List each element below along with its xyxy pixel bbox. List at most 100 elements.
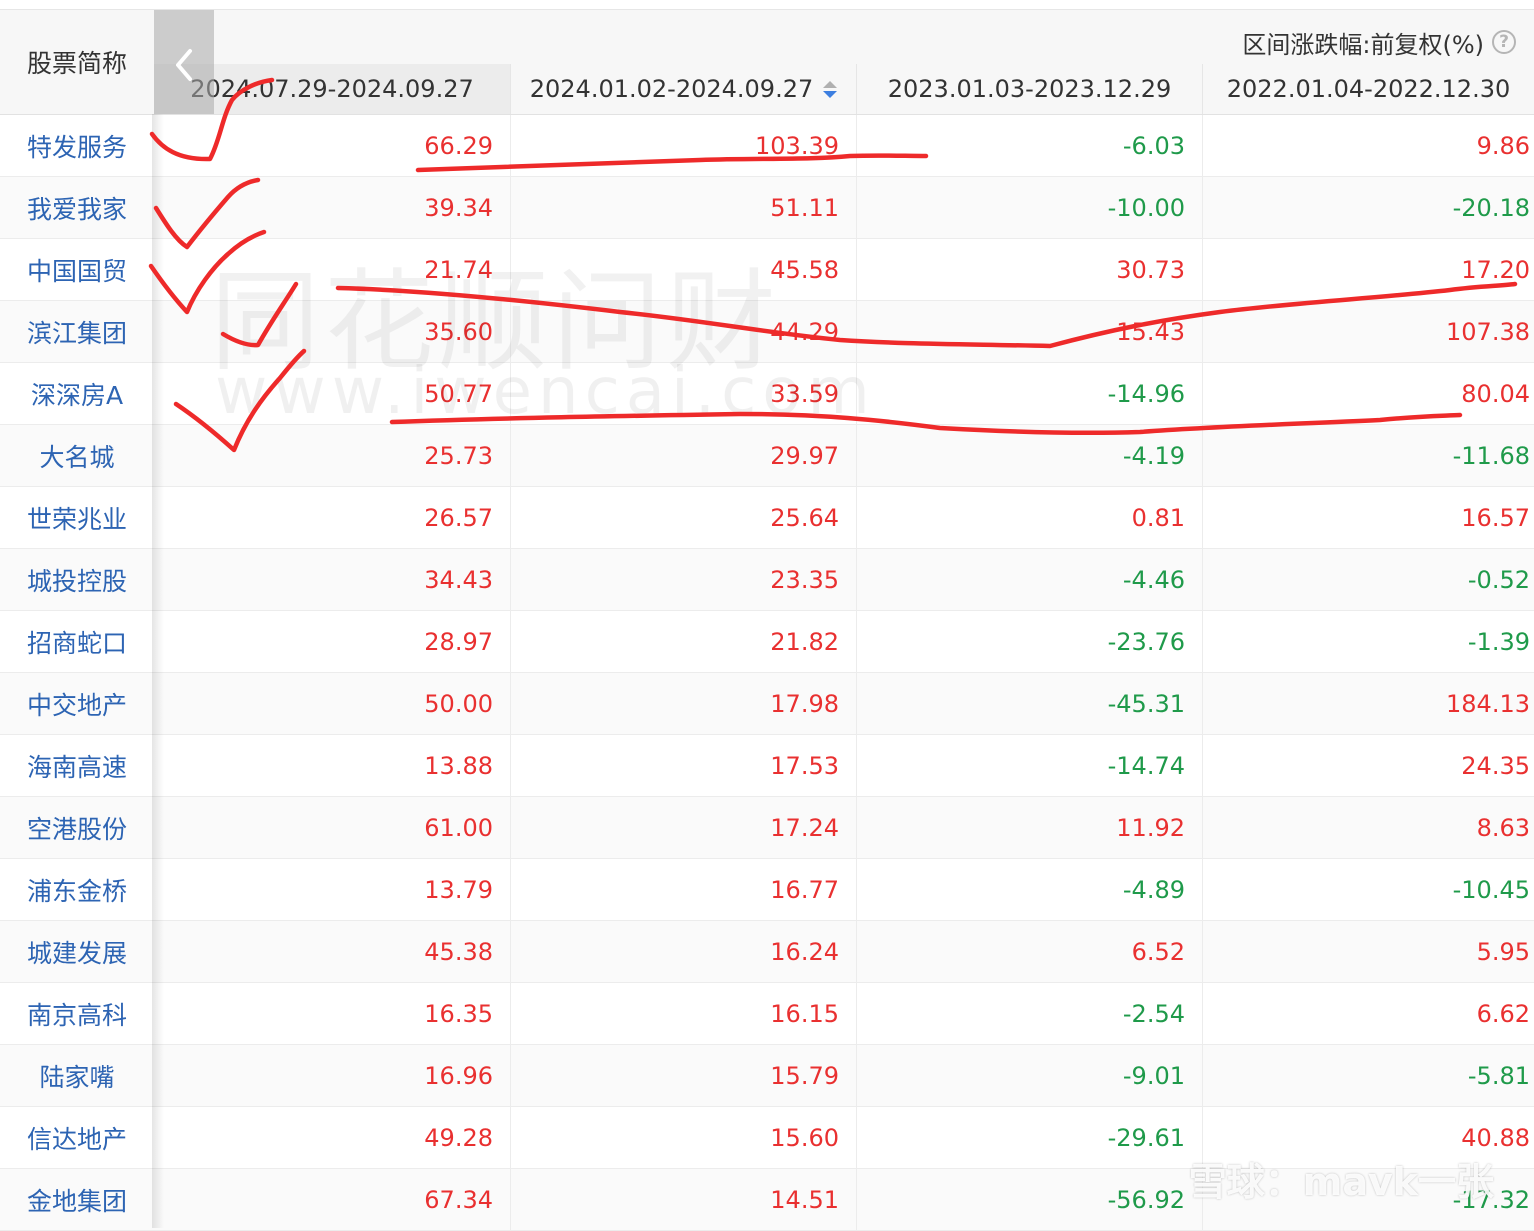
- change-pct-cell: 6.62: [1202, 983, 1534, 1044]
- change-pct-cell: -5.81: [1202, 1045, 1534, 1106]
- change-pct-cell: -9.01: [856, 1045, 1202, 1106]
- change-pct-cell: -10.45: [1202, 859, 1534, 920]
- stock-name-link[interactable]: 海南高速: [0, 735, 154, 796]
- change-pct-cell: -4.19: [856, 425, 1202, 486]
- table-row[interactable]: 南京高科 16.35 16.15 -2.54 6.62: [0, 983, 1534, 1045]
- stock-name-link[interactable]: 中交地产: [0, 673, 154, 734]
- change-pct-cell: 24.35: [1202, 735, 1534, 796]
- scroll-left-button[interactable]: [154, 10, 214, 114]
- name-column-header[interactable]: 股票简称: [0, 10, 154, 114]
- table-row[interactable]: 大名城 25.73 29.97 -4.19 -11.68: [0, 425, 1534, 487]
- column-header-label: 2024.01.02-2024.09.27: [529, 75, 814, 103]
- table-row[interactable]: 中交地产 50.00 17.98 -45.31 184.13: [0, 673, 1534, 735]
- change-pct-cell: 184.13: [1202, 673, 1534, 734]
- column-header-2[interactable]: 2023.01.03-2023.12.29: [856, 64, 1202, 114]
- column-header-label: 2022.01.04-2022.12.30: [1226, 75, 1511, 103]
- table-row[interactable]: 海南高速 13.88 17.53 -14.74 24.35: [0, 735, 1534, 797]
- table-row[interactable]: 特发服务 66.29 103.39 -6.03 9.86: [0, 115, 1534, 177]
- stock-name-link[interactable]: 滨江集团: [0, 301, 154, 362]
- change-pct-cell: 33.59: [510, 363, 856, 424]
- stock-name-link[interactable]: 城投控股: [0, 549, 154, 610]
- change-pct-cell: 67.34: [424, 1185, 493, 1214]
- change-pct-cell: 16.77: [510, 859, 856, 920]
- change-pct-cell: 45.58: [510, 239, 856, 300]
- change-pct-cell: -10.00: [856, 177, 1202, 238]
- change-pct-cell: 15.60: [510, 1107, 856, 1168]
- change-pct-cell: 16.24: [510, 921, 856, 982]
- table-row[interactable]: 滨江集团 35.60 44.29 15.43 107.38: [0, 301, 1534, 363]
- change-pct-cell: -17.32: [1202, 1169, 1534, 1230]
- column-header-1[interactable]: 2024.01.02-2024.09.27: [510, 64, 856, 114]
- change-pct-cell: 103.39: [510, 115, 856, 176]
- table-row[interactable]: 城建发展 45.38 16.24 6.52 5.95: [0, 921, 1534, 983]
- stock-name-link[interactable]: 南京高科: [0, 983, 154, 1044]
- change-pct-cell: 26.57: [424, 503, 493, 532]
- stock-name-link[interactable]: 陆家嘴: [0, 1045, 154, 1106]
- table-row[interactable]: 招商蛇口 28.97 21.82 -23.76 -1.39: [0, 611, 1534, 673]
- stock-table: 股票简称 区间涨跌幅:前复权(%) ? 2024.07.29-2024.09.2…: [0, 0, 1534, 1231]
- change-pct-cell: 0.81: [856, 487, 1202, 548]
- table-row[interactable]: 空港股份 61.00 17.24 11.92 8.63: [0, 797, 1534, 859]
- stock-name-link[interactable]: 信达地产: [0, 1107, 154, 1168]
- stock-name-link[interactable]: 城建发展: [0, 921, 154, 982]
- change-pct-cell: -11.68: [1202, 425, 1534, 486]
- group-header-label: 区间涨跌幅:前复权(%): [1242, 30, 1484, 59]
- change-pct-cell: 23.35: [510, 549, 856, 610]
- change-pct-cell: 16.96: [424, 1061, 493, 1090]
- table-row[interactable]: 城投控股 34.43 23.35 -4.46 -0.52: [0, 549, 1534, 611]
- change-pct-cell: 66.29: [424, 131, 493, 160]
- change-pct-cell: 11.92: [856, 797, 1202, 858]
- change-pct-cell: 25.64: [510, 487, 856, 548]
- stock-name-link[interactable]: 我爱我家: [0, 177, 154, 238]
- stock-name-link[interactable]: 招商蛇口: [0, 611, 154, 672]
- table-row[interactable]: 浦东金桥 13.79 16.77 -4.89 -10.45: [0, 859, 1534, 921]
- change-pct-cell: 30.73: [856, 239, 1202, 300]
- change-pct-cell: 16.35: [424, 999, 493, 1028]
- change-pct-cell: 13.79: [424, 875, 493, 904]
- stock-name-link[interactable]: 特发服务: [0, 115, 154, 176]
- change-pct-cell: 17.24: [510, 797, 856, 858]
- sort-icon[interactable]: [823, 80, 838, 98]
- change-pct-cell: 17.53: [510, 735, 856, 796]
- question-circle-icon[interactable]: ?: [1492, 30, 1516, 54]
- change-pct-cell: 15.79: [510, 1045, 856, 1106]
- change-pct-cell: -29.61: [856, 1107, 1202, 1168]
- change-pct-cell: -14.74: [856, 735, 1202, 796]
- change-pct-cell: -2.54: [856, 983, 1202, 1044]
- change-pct-cell: 6.52: [856, 921, 1202, 982]
- change-pct-cell: 40.88: [1202, 1107, 1534, 1168]
- group-header: 区间涨跌幅:前复权(%) ?: [1242, 24, 1516, 60]
- stock-name-link[interactable]: 大名城: [0, 425, 154, 486]
- change-pct-cell: 13.88: [424, 751, 493, 780]
- change-pct-cell: 35.60: [424, 317, 493, 346]
- change-pct-cell: -14.96: [856, 363, 1202, 424]
- stock-name-link[interactable]: 空港股份: [0, 797, 154, 858]
- change-pct-cell: 44.29: [510, 301, 856, 362]
- change-pct-cell: 28.97: [424, 627, 493, 656]
- stock-name-link[interactable]: 深深房A: [0, 363, 154, 424]
- column-header-label: 2024.07.29-2024.09.27: [190, 75, 474, 103]
- change-pct-cell: 9.86: [1202, 115, 1534, 176]
- table-row[interactable]: 陆家嘴 16.96 15.79 -9.01 -5.81: [0, 1045, 1534, 1107]
- stock-name-link[interactable]: 世荣兆业: [0, 487, 154, 548]
- stock-name-link[interactable]: 浦东金桥: [0, 859, 154, 920]
- change-pct-cell: 49.28: [424, 1123, 493, 1152]
- change-pct-cell: 107.38: [1202, 301, 1534, 362]
- table-row[interactable]: 深深房A 50.77 33.59 -14.96 80.04: [0, 363, 1534, 425]
- stock-name-link[interactable]: 金地集团: [0, 1169, 154, 1230]
- change-pct-cell: 50.77: [424, 379, 493, 408]
- chevron-left-icon: [176, 49, 192, 81]
- change-pct-cell: 17.20: [1202, 239, 1534, 300]
- table-row[interactable]: 中国国贸 21.74 45.58 30.73 17.20: [0, 239, 1534, 301]
- change-pct-cell: -56.92: [856, 1169, 1202, 1230]
- table-row[interactable]: 世荣兆业 26.57 25.64 0.81 16.57: [0, 487, 1534, 549]
- change-pct-cell: 16.15: [510, 983, 856, 1044]
- table-row[interactable]: 信达地产 49.28 15.60 -29.61 40.88: [0, 1107, 1534, 1169]
- table-row[interactable]: 我爱我家 39.34 51.11 -10.00 -20.18: [0, 177, 1534, 239]
- table-row[interactable]: 金地集团 67.34 14.51 -56.92 -17.32: [0, 1169, 1534, 1231]
- stock-name-link[interactable]: 中国国贸: [0, 239, 154, 300]
- column-header-3[interactable]: 2022.01.04-2022.12.30: [1202, 64, 1534, 114]
- change-pct-cell: 14.51: [510, 1169, 856, 1230]
- change-pct-cell: 16.57: [1202, 487, 1534, 548]
- change-pct-cell: 80.04: [1202, 363, 1534, 424]
